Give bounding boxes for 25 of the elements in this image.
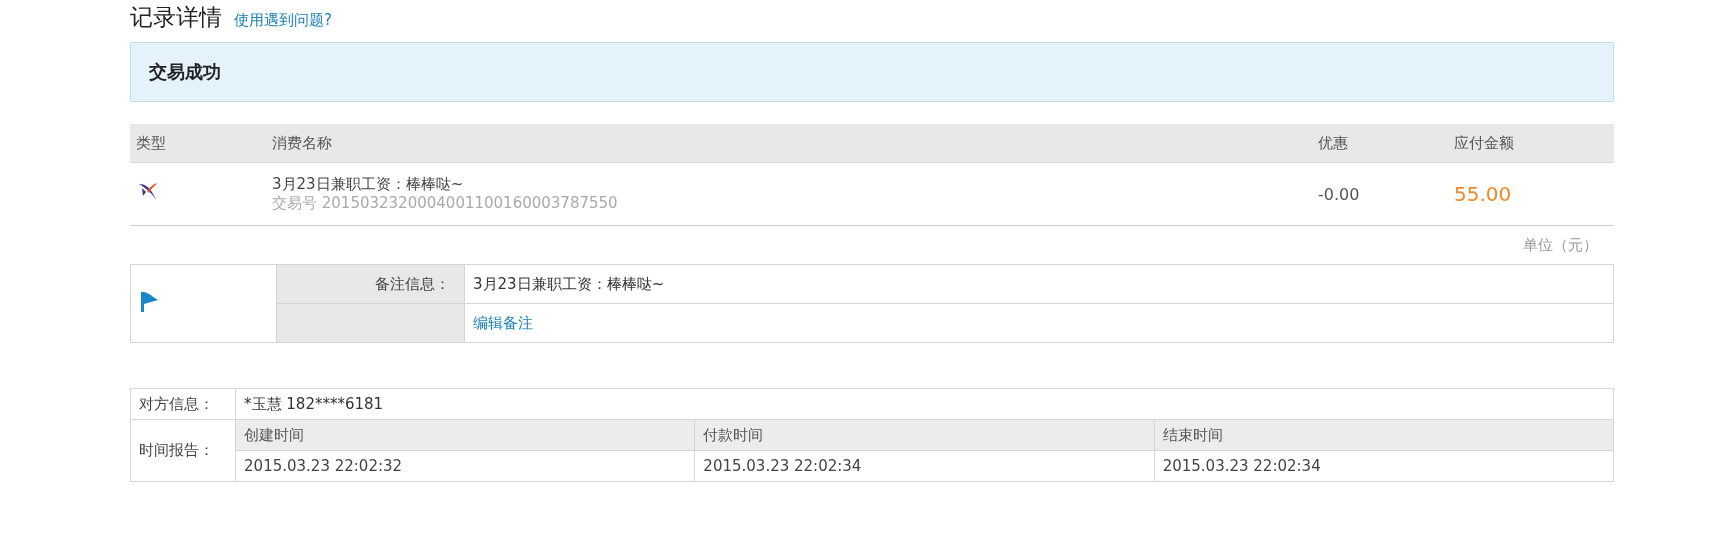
time-cell: 2015.03.23 22:02:34 — [694, 450, 1155, 482]
column-header: 应付金额 — [1453, 133, 1515, 153]
edit-remark-link[interactable]: 编辑备注 — [473, 313, 533, 332]
column-header: 类型 — [135, 133, 167, 153]
status-text: 交易成功 — [149, 60, 221, 84]
column-header: 结束时间 — [1154, 419, 1614, 451]
party-label: 对方信息： — [130, 388, 236, 420]
unit-label: 单位（元） — [1523, 235, 1598, 255]
column-header: 创建时间 — [235, 419, 695, 451]
amount-cell-text: 55.00 — [1453, 182, 1513, 206]
party-value: *玉慧 182****6181 — [235, 388, 1614, 420]
item-name: 3月23日兼职工资：棒棒哒~ — [272, 175, 465, 194]
help-link[interactable]: 使用遇到问题? — [234, 11, 332, 30]
time-report-label: 时间报告： — [130, 419, 236, 482]
time-cell: 2015.03.23 22:02:32 — [235, 450, 695, 482]
discount-cell-text: -0.00 — [1317, 184, 1361, 204]
remark-label: 备注信息： — [276, 264, 465, 304]
remark-value: 3月23日兼职工资：棒棒哒~ — [464, 264, 1614, 304]
column-header: 付款时间 — [694, 419, 1155, 451]
time-cell: 2015.03.23 22:02:34 — [1154, 450, 1614, 482]
trade-number: 交易号 2015032320004001100160003787550 — [272, 194, 619, 213]
column-header: 消费名称 — [271, 133, 333, 153]
column-header: 优惠 — [1317, 133, 1349, 153]
flag-icon — [139, 290, 159, 313]
page-title: 记录详情 — [130, 3, 222, 32]
